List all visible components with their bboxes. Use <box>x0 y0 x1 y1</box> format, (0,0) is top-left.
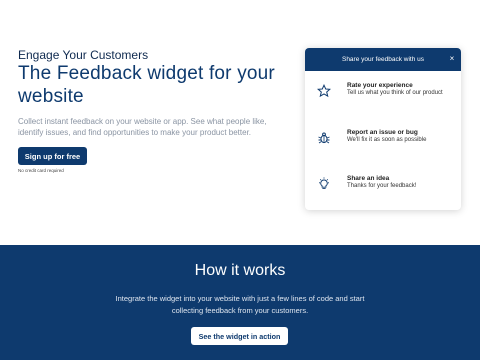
widget-item-description: We'll fix it as soon as possible <box>347 137 427 143</box>
widget-item-report-issue[interactable]: Report an issue or bug We'll fix it as s… <box>317 129 457 159</box>
hero-section: Engage Your Customers The Feedback widge… <box>0 0 480 245</box>
bug-icon <box>318 132 330 144</box>
widget-item-title: Share an idea <box>347 175 390 182</box>
widget-item-title: Report an issue or bug <box>347 129 418 136</box>
widget-item-rate-experience[interactable]: Rate your experience Tell us what you th… <box>317 82 457 112</box>
how-it-works-title: How it works <box>194 262 286 279</box>
hero-headline: The Feedback widget for your website <box>18 63 275 107</box>
star-icon <box>317 84 331 98</box>
feedback-widget: Share your feedback with us × Rate your … <box>305 48 461 210</box>
widget-item-description: Thanks for your feedback! <box>347 183 417 189</box>
hero-description: Collect instant feedback on your website… <box>18 117 267 137</box>
see-widget-in-action-button[interactable]: See the widget in action <box>191 327 288 345</box>
hero-eyebrow: Engage Your Customers <box>18 48 149 62</box>
widget-item-description: Tell us what you think of our product <box>347 90 443 96</box>
how-it-works-description: Integrate the widget into your website w… <box>115 294 365 315</box>
widget-item-share-idea[interactable]: Share an idea Thanks for your feedback! <box>317 175 457 205</box>
close-icon[interactable]: × <box>448 48 456 71</box>
no-credit-card-note: No credit card required <box>18 168 64 173</box>
widget-item-title: Rate your experience <box>347 82 413 89</box>
lightbulb-icon <box>319 177 329 189</box>
widget-header: Share your feedback with us <box>305 48 461 71</box>
sign-up-button[interactable]: Sign up for free <box>18 147 87 165</box>
